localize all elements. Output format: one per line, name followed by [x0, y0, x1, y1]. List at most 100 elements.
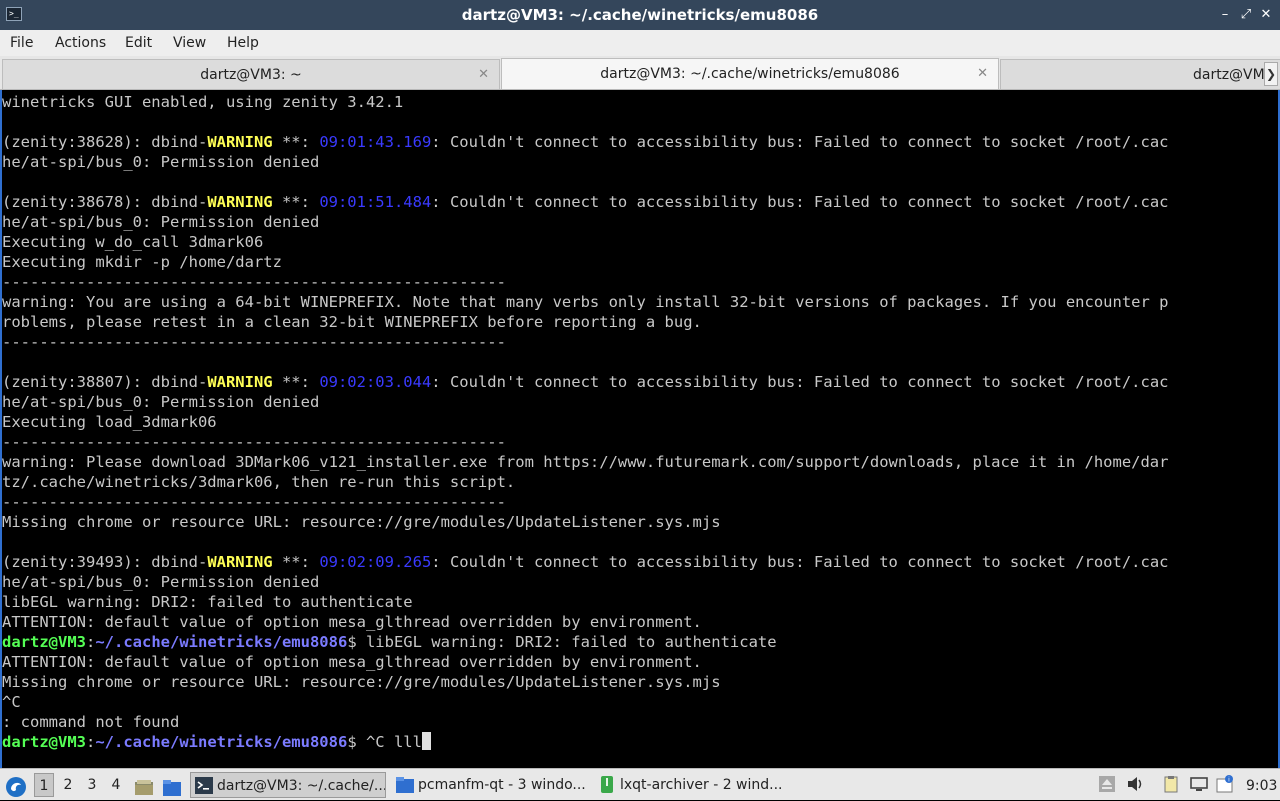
log-separator: **:: [272, 193, 320, 211]
log-message: : Couldn't connect to accessibility bus:…: [431, 553, 1169, 571]
line-text: tz/.cache/winetricks/3dmark06, then re-r…: [2, 473, 516, 491]
terminal-line: ----------------------------------------…: [2, 272, 506, 292]
terminal-line: (zenity:38678): dbind-WARNING **: 09:01:…: [2, 192, 1169, 212]
terminal-line: dartz@VM3:~/.cache/winetricks/emu8086$ l…: [2, 632, 777, 652]
menu-edit[interactable]: Edit: [125, 30, 152, 56]
line-text: he/at-spi/bus_0: Permission denied: [2, 573, 320, 591]
tab-label: dartz@VM3: [1193, 67, 1274, 83]
menu-help[interactable]: Help: [227, 30, 259, 56]
log-prefix: (zenity:39493): dbind-: [2, 553, 208, 571]
maximize-button[interactable]: ⤢: [1237, 6, 1255, 24]
log-timestamp: 09:01:43.169: [319, 133, 432, 151]
terminal-line: libEGL warning: DRI2: failed to authenti…: [2, 592, 413, 612]
workspace-4[interactable]: 4: [106, 773, 126, 797]
tab-home[interactable]: dartz@VM3: ~ ✕: [2, 59, 500, 89]
folder-icon: [396, 777, 414, 793]
line-text: ----------------------------------------…: [2, 333, 506, 351]
log-timestamp: 09:02:09.265: [319, 553, 432, 571]
file-manager-icon[interactable]: [162, 775, 182, 801]
window-titlebar[interactable]: >_ dartz@VM3: ~/.cache/winetricks/emu808…: [0, 0, 1280, 30]
terminal-line: ATTENTION: default value of option mesa_…: [2, 652, 702, 672]
warning-label: WARNING: [207, 193, 273, 211]
taskbar: 1 2 3 4 dartz@VM3: ~/.cache/... pcmanfm-…: [0, 768, 1280, 800]
warning-label: WARNING: [207, 373, 273, 391]
log-timestamp: 09:01:51.484: [319, 193, 432, 211]
workspace-3[interactable]: 3: [82, 773, 102, 797]
start-menu-icon[interactable]: [5, 774, 27, 800]
eject-icon[interactable]: [1098, 775, 1116, 793]
command-text: $ ^C lll: [347, 733, 422, 751]
window-title: dartz@VM3: ~/.cache/winetricks/emu8086: [461, 6, 819, 24]
network-icon[interactable]: [1190, 775, 1208, 793]
terminal-line: he/at-spi/bus_0: Permission denied: [2, 152, 319, 172]
task-terminal[interactable]: dartz@VM3: ~/.cache/...: [190, 772, 386, 798]
terminal-line: dartz@VM3:~/.cache/winetricks/emu8086$ ^…: [2, 732, 431, 752]
log-prefix: (zenity:38628): dbind-: [2, 133, 208, 151]
terminal-line: he/at-spi/bus_0: Permission denied: [2, 212, 319, 232]
log-message: : Couldn't connect to accessibility bus:…: [431, 193, 1169, 211]
terminal-line: ----------------------------------------…: [2, 332, 506, 352]
terminal-line: winetricks GUI enabled, using zenity 3.4…: [2, 92, 403, 112]
task-label: pcmanfm-qt - 3 windo...: [418, 777, 586, 793]
tab-scroll-right-icon[interactable]: ❯: [1264, 62, 1278, 86]
line-text: libEGL warning: DRI2: failed to authenti…: [2, 593, 413, 611]
terminal-line: warning: Please download 3DMark06_v121_i…: [2, 452, 1168, 472]
volume-icon[interactable]: [1126, 775, 1144, 793]
log-separator: **:: [272, 553, 320, 571]
line-text: he/at-spi/bus_0: Permission denied: [2, 153, 320, 171]
workspace-1[interactable]: 1: [34, 773, 54, 797]
warning-label: WARNING: [207, 133, 273, 151]
task-pcmanfm[interactable]: pcmanfm-qt - 3 windo...: [392, 772, 588, 798]
terminal-output[interactable]: winetricks GUI enabled, using zenity 3.4…: [0, 90, 1280, 768]
line-text: Executing mkdir -p /home/dartz: [2, 253, 282, 271]
line-text: ATTENTION: default value of option mesa_…: [2, 653, 702, 671]
line-text: warning: Please download 3DMark06_v121_i…: [2, 453, 1169, 471]
archive-icon: [601, 776, 613, 793]
terminal-line: Missing chrome or resource URL: resource…: [2, 672, 721, 692]
line-text: he/at-spi/bus_0: Permission denied: [2, 393, 320, 411]
tab-close-icon[interactable]: ✕: [478, 60, 489, 89]
terminal-line: (zenity:39493): dbind-WARNING **: 09:02:…: [2, 552, 1169, 572]
terminal-line: he/at-spi/bus_0: Permission denied: [2, 392, 319, 412]
terminal-line: Executing mkdir -p /home/dartz: [2, 252, 282, 272]
log-prefix: (zenity:38678): dbind-: [2, 193, 208, 211]
menu-actions[interactable]: Actions: [55, 30, 106, 56]
tab-bar: dartz@VM3: ~ ✕ dartz@VM3: ~/.cache/winet…: [0, 56, 1280, 90]
close-button[interactable]: ✕: [1257, 6, 1275, 24]
task-label: dartz@VM3: ~/.cache/...: [217, 778, 386, 794]
clipboard-icon[interactable]: [1162, 775, 1180, 793]
terminal-line: ----------------------------------------…: [2, 492, 506, 512]
minimize-button[interactable]: –: [1216, 6, 1234, 24]
line-text: ----------------------------------------…: [2, 433, 506, 451]
workspace-2[interactable]: 2: [58, 773, 78, 797]
log-timestamp: 09:02:03.044: [319, 373, 432, 391]
terminal-line: Executing load_3dmark06: [2, 412, 217, 432]
clock[interactable]: 9:03: [1246, 773, 1277, 799]
line-text: ATTENTION: default value of option mesa_…: [2, 613, 702, 631]
line-text: he/at-spi/bus_0: Permission denied: [2, 213, 320, 231]
tab-third[interactable]: dartz@VM3: [1000, 59, 1280, 89]
line-text: ^C: [2, 693, 21, 711]
tab-emu8086[interactable]: dartz@VM3: ~/.cache/winetricks/emu8086 ✕: [501, 58, 999, 89]
command-text: $ libEGL warning: DRI2: failed to authen…: [347, 633, 777, 651]
prompt-user: dartz@VM3: [2, 733, 86, 751]
tab-close-icon[interactable]: ✕: [977, 59, 988, 89]
line-text: warning: You are using a 64-bit WINEPREF…: [2, 293, 1169, 311]
notification-icon[interactable]: i: [1216, 775, 1234, 793]
task-archiver[interactable]: lxqt-archiver - 2 wind...: [594, 772, 790, 798]
menu-file[interactable]: File: [10, 30, 33, 56]
terminal-line: (zenity:38628): dbind-WARNING **: 09:01:…: [2, 132, 1169, 152]
show-desktop-icon[interactable]: [134, 775, 154, 801]
prompt-path: ~/.cache/winetricks/emu8086: [95, 733, 348, 751]
log-message: : Couldn't connect to accessibility bus:…: [431, 133, 1169, 151]
line-text: : command not found: [2, 713, 180, 731]
prompt-path: ~/.cache/winetricks/emu8086: [95, 633, 348, 651]
menu-view[interactable]: View: [173, 30, 206, 56]
log-separator: **:: [272, 133, 320, 151]
terminal-line: Missing chrome or resource URL: resource…: [2, 512, 721, 532]
terminal-line: he/at-spi/bus_0: Permission denied: [2, 572, 319, 592]
terminal-line: : command not found: [2, 712, 179, 732]
terminal-line: ATTENTION: default value of option mesa_…: [2, 612, 702, 632]
terminal-line: Executing w_do_call 3dmark06: [2, 232, 263, 252]
terminal-line: roblems, please retest in a clean 32-bit…: [2, 312, 702, 332]
